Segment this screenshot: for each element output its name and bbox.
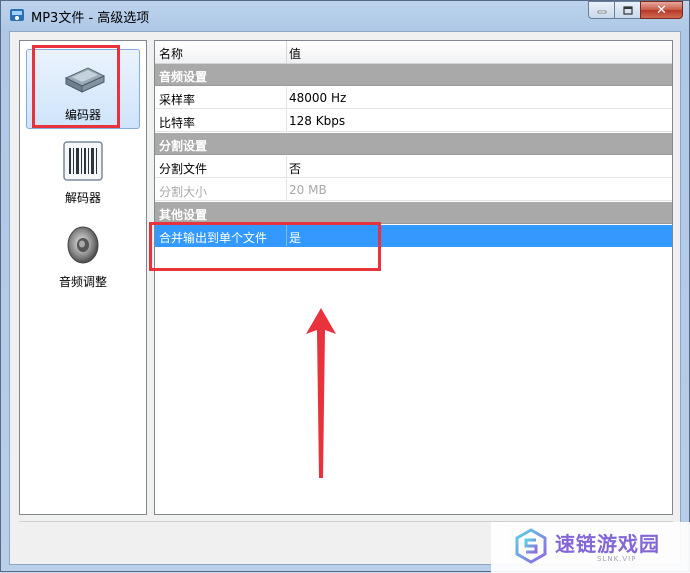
property-value: 20 MB	[289, 183, 327, 197]
watermark: 速链游戏园 SLNK.VIP	[491, 522, 690, 573]
column-header-value[interactable]: 值	[289, 45, 301, 62]
property-row-sample-rate[interactable]: 采样率 48000 Hz	[155, 87, 672, 109]
speaker-icon	[67, 226, 99, 264]
property-name: 采样率	[159, 93, 196, 107]
grid-header: 名称 值	[155, 41, 672, 64]
property-row-bitrate[interactable]: 比特率 128 Kbps	[155, 110, 672, 132]
category-label: 音频设置	[159, 70, 208, 84]
property-row-split-file[interactable]: 分割文件 否	[155, 156, 672, 178]
cell-divider	[286, 179, 287, 200]
watermark-text: 速链游戏园	[555, 532, 660, 556]
annotation-arrow-up-icon	[306, 308, 336, 478]
cell-divider	[286, 110, 287, 131]
category-label: 其他设置	[159, 208, 208, 222]
highlight-box-encoder	[32, 45, 120, 128]
maximize-icon	[622, 5, 633, 15]
hexagon-s-logo-icon	[515, 528, 547, 564]
cell-divider	[286, 87, 287, 108]
category-label: 分割设置	[159, 139, 208, 153]
property-value[interactable]: 否	[289, 160, 301, 177]
sidebar-item-label: 解码器	[64, 191, 101, 205]
decoder-barcode-icon	[63, 141, 103, 181]
highlight-box-merge-output	[149, 222, 381, 271]
category-audio-settings[interactable]: 音频设置	[155, 64, 672, 86]
title-bar[interactable]: MP3文件 - 高级选项 ✕	[1, 1, 689, 31]
close-icon: ✕	[656, 2, 667, 18]
property-row-split-size: 分割大小 20 MB	[155, 179, 672, 201]
column-divider[interactable]	[286, 41, 287, 63]
property-value[interactable]: 128 Kbps	[289, 114, 345, 128]
property-grid: 名称 值 音频设置 采样率 48000 Hz 比特率 128 Kbps 分割设置	[154, 40, 673, 515]
sidebar-item-label: 音频调整	[58, 275, 107, 289]
property-name: 分割文件	[159, 162, 208, 176]
category-other-settings[interactable]: 其他设置	[155, 202, 672, 224]
sidebar-item-decoder[interactable]: 解码器	[26, 133, 140, 213]
property-name: 分割大小	[159, 185, 208, 199]
watermark-subtext: SLNK.VIP	[597, 555, 637, 563]
window-title: MP3文件 - 高级选项	[31, 11, 150, 26]
property-name: 比特率	[159, 116, 196, 130]
mp3-app-icon	[10, 9, 24, 21]
column-header-name[interactable]: 名称	[159, 45, 183, 62]
cell-divider	[286, 156, 287, 177]
category-split-settings[interactable]: 分割设置	[155, 133, 672, 155]
close-button[interactable]: ✕	[640, 1, 683, 19]
maximize-button[interactable]	[614, 1, 640, 19]
property-value[interactable]: 48000 Hz	[289, 91, 346, 105]
app-window: MP3文件 - 高级选项 ✕ 编码器 解码器 音频调整 名称 值 音频设置 采样…	[0, 0, 690, 573]
minimize-icon	[597, 10, 606, 14]
minimize-button[interactable]	[588, 1, 614, 19]
sidebar-item-audio-adjust[interactable]: 音频调整	[26, 217, 140, 297]
caption-buttons: ✕	[588, 1, 683, 21]
